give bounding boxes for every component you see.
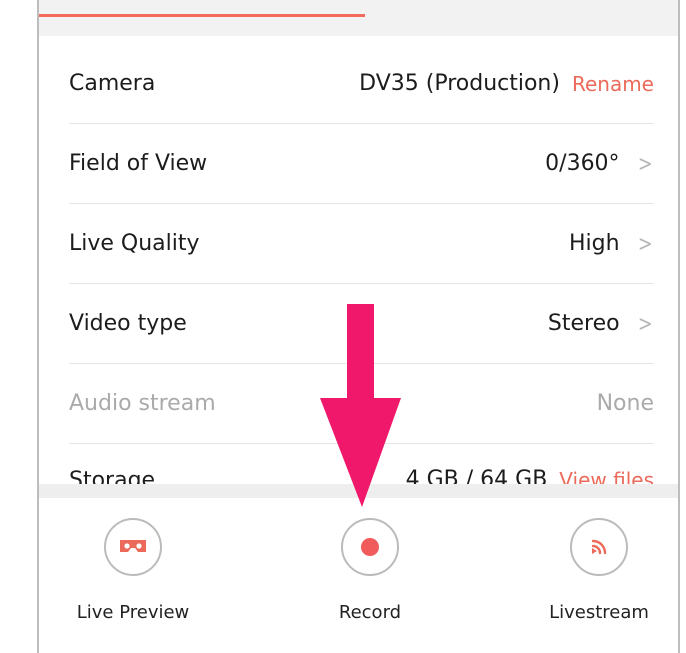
audio-stream-label: Audio stream	[69, 391, 216, 416]
storage-label: Storage	[69, 468, 156, 485]
live-quality-value: High	[568, 231, 620, 256]
chevron-right-icon: >	[637, 151, 653, 177]
livestream-action[interactable]: Livestream	[529, 518, 669, 623]
vr-headset-icon[interactable]	[104, 518, 162, 576]
record-action[interactable]: Record	[300, 518, 440, 623]
bottom-action-bar: Live Preview Record Livestream	[39, 498, 678, 653]
audio-stream-value: None	[596, 391, 654, 416]
view-files-button[interactable]: View files	[559, 468, 654, 484]
fov-label: Field of View	[69, 151, 208, 176]
fov-value: 0/360°	[545, 151, 620, 176]
live-preview-label: Live Preview	[76, 602, 190, 623]
app-screen: Camera DV35 (Production) Rename Field of…	[37, 0, 680, 653]
broadcast-icon[interactable]	[570, 518, 628, 576]
camera-value: DV35 (Production)	[359, 71, 560, 96]
livestream-label: Livestream	[549, 602, 649, 623]
audio-stream-row: Audio stream None	[69, 364, 654, 444]
chevron-right-icon: >	[637, 231, 653, 257]
video-type-label: Video type	[69, 311, 187, 336]
active-tab-indicator	[39, 14, 365, 17]
storage-row: Storage 4 GB / 64 GB View files	[69, 448, 654, 484]
chevron-right-icon: >	[637, 311, 653, 337]
live-preview-action[interactable]: Live Preview	[63, 518, 203, 623]
record-dot-icon[interactable]	[341, 518, 399, 576]
field-of-view-row[interactable]: Field of View 0/360° >	[69, 124, 654, 204]
video-type-row[interactable]: Video type Stereo >	[69, 284, 654, 364]
section-divider	[39, 484, 678, 498]
rename-button[interactable]: Rename	[572, 72, 654, 96]
camera-label: Camera	[69, 71, 156, 96]
record-label: Record	[338, 602, 402, 623]
divider	[69, 443, 654, 444]
live-quality-label: Live Quality	[69, 231, 200, 256]
top-tab-strip	[39, 0, 678, 36]
storage-value: 4 GB / 64 GB	[405, 467, 548, 485]
live-quality-row[interactable]: Live Quality High >	[69, 204, 654, 284]
video-type-value: Stereo	[547, 311, 620, 336]
camera-row: Camera DV35 (Production) Rename	[69, 44, 654, 124]
